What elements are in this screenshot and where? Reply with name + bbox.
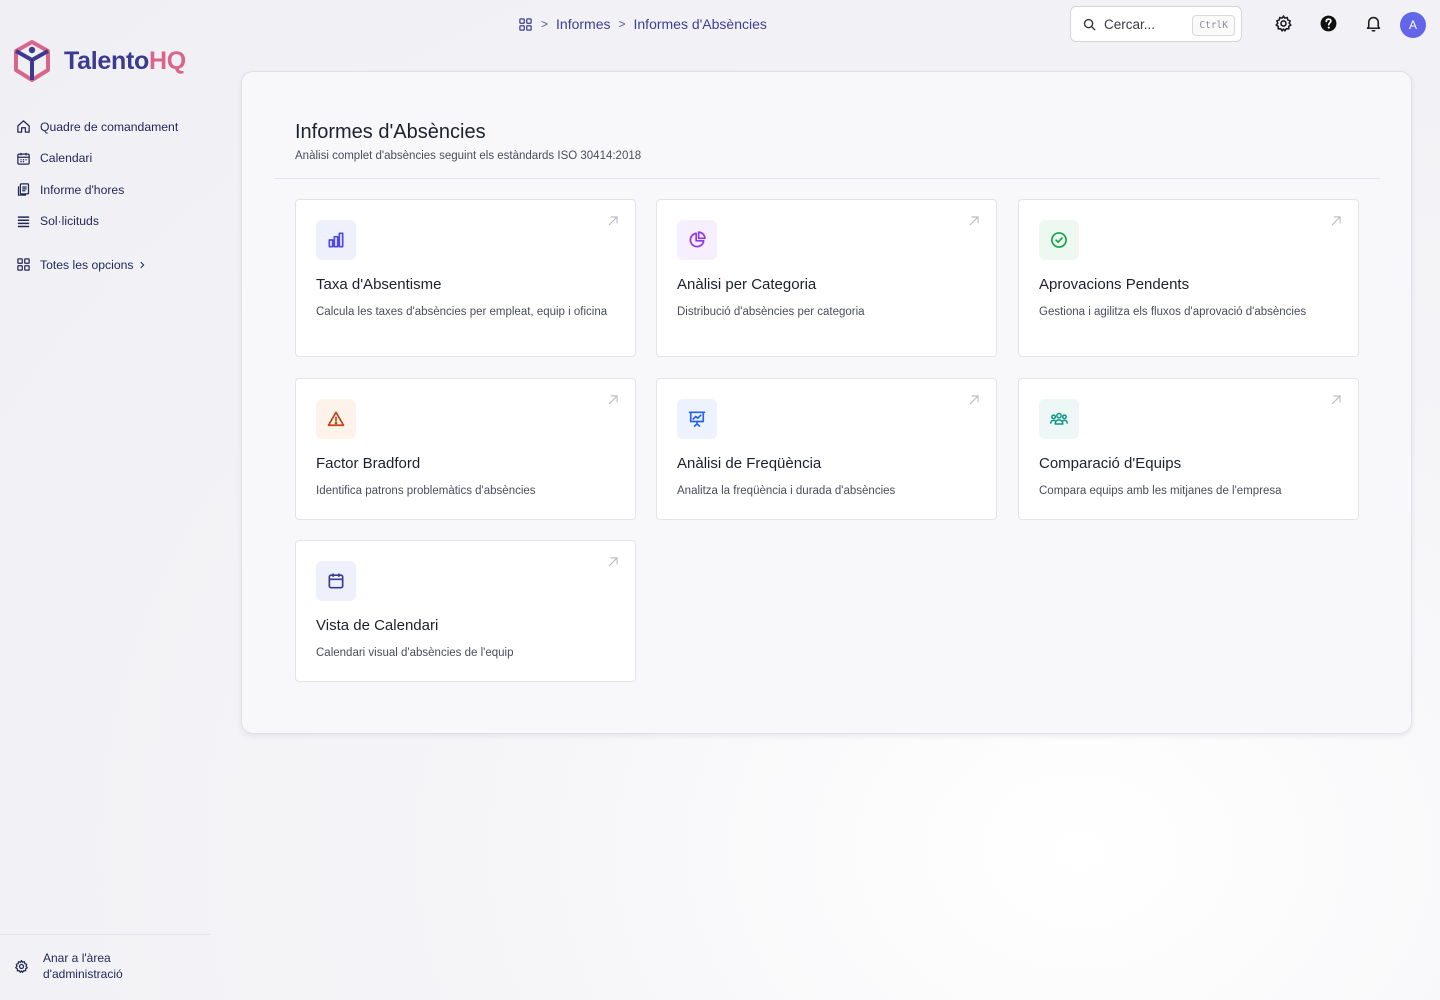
sidebar: TalentoHQ Quadre de comandament Calendar… <box>0 0 215 1000</box>
documents-icon <box>17 183 30 196</box>
breadcrumb-separator: > <box>541 17 549 31</box>
sidebar-item-label: Informe d'hores <box>40 182 125 197</box>
arrow-up-right-icon <box>1331 216 1341 226</box>
card-description: Calcula les taxes d'absències per emplea… <box>316 306 608 318</box>
arrow-up-right-icon <box>608 216 618 226</box>
arrow-up-right-icon <box>1331 395 1341 405</box>
search-box[interactable]: CtrlK <box>1070 6 1242 42</box>
report-card-pending-approvals[interactable]: Aprovacions Pendents Gestiona i agilitza… <box>1018 199 1359 357</box>
logo[interactable]: TalentoHQ <box>12 39 186 83</box>
admin-area-link[interactable]: Anar a l'àrea d'administració <box>14 951 153 982</box>
card-title: Aprovacions Pendents <box>1039 276 1190 293</box>
sidebar-divider <box>0 934 210 935</box>
card-icon-box <box>1039 220 1079 260</box>
breadcrumb-item-reports[interactable]: Informes <box>556 16 610 32</box>
card-description: Distribució d'absències per categoria <box>677 306 865 318</box>
sidebar-item-label: Sol·licituds <box>40 214 99 229</box>
list-icon <box>17 216 30 227</box>
sidebar-item-label: Totes les opcions <box>40 257 134 272</box>
arrow-up-right-icon <box>969 395 979 405</box>
search-input[interactable] <box>1104 16 1188 32</box>
card-icon-box <box>316 561 356 601</box>
sidebar-item-requests[interactable]: Sol·licituds <box>16 206 178 238</box>
report-card-category-analysis[interactable]: Anàlisi per Categoria Distribució d'absè… <box>656 199 997 357</box>
arrow-up-right-icon <box>608 557 618 567</box>
divider <box>275 178 1380 179</box>
home-icon <box>17 120 30 133</box>
card-description: Identifica patrons problemàtics d'absènc… <box>316 485 536 497</box>
arrow-up-right-icon <box>608 395 618 405</box>
card-title: Anàlisi de Freqüència <box>677 455 822 472</box>
warning-icon <box>327 411 345 427</box>
report-card-bradford-factor[interactable]: Factor Bradford Identifica patrons probl… <box>295 378 636 520</box>
page-title: Informes d'Absències <box>295 121 486 143</box>
breadcrumb-item-absence-reports[interactable]: Informes d'Absències <box>634 16 767 32</box>
sidebar-item-dashboard[interactable]: Quadre de comandament <box>16 111 178 143</box>
breadcrumb-separator: > <box>618 17 626 31</box>
grid-icon <box>17 258 30 271</box>
sidebar-item-label: Calendari <box>40 151 93 166</box>
breadcrumb: > Informes > Informes d'Absències <box>518 16 767 32</box>
card-description: Calendari visual d'absències de l'equip <box>316 647 514 659</box>
report-card-absenteeism-rate[interactable]: Taxa d'Absentisme Calcula les taxes d'ab… <box>295 199 636 357</box>
team-icon <box>1049 412 1069 425</box>
avatar[interactable]: A <box>1400 12 1426 38</box>
card-title: Comparació d'Equips <box>1039 455 1182 472</box>
sidebar-nav: Quadre de comandament Calendari Informe … <box>16 111 178 281</box>
logo-text: TalentoHQ <box>64 46 186 75</box>
card-title: Vista de Calendari <box>316 617 439 634</box>
arrow-up-right-icon <box>969 216 979 226</box>
card-icon-box <box>316 220 356 260</box>
report-card-calendar-view[interactable]: Vista de Calendari Calendari visual d'ab… <box>295 540 636 682</box>
calendar-icon <box>17 152 30 165</box>
card-description: Compara equips amb les mitjanes de l'emp… <box>1039 485 1282 497</box>
bar-chart-icon <box>328 232 344 248</box>
bell-icon[interactable] <box>1364 14 1383 33</box>
card-description: Gestiona i agilitza els fluxos d'aprovac… <box>1039 306 1307 318</box>
check-circle-icon <box>1051 232 1067 248</box>
card-icon-box <box>1039 399 1079 439</box>
logo-icon <box>14 40 50 82</box>
card-title: Anàlisi per Categoria <box>677 276 817 293</box>
card-title: Taxa d'Absentisme <box>316 276 442 293</box>
card-title: Factor Bradford <box>316 455 421 472</box>
keyboard-shortcut-badge: CtrlK <box>1192 15 1235 36</box>
settings-icon[interactable] <box>1274 14 1293 33</box>
calendar-icon <box>328 573 344 589</box>
report-card-frequency-analysis[interactable]: Anàlisi de Freqüència Analitza la freqüè… <box>656 378 997 520</box>
report-card-team-comparison[interactable]: Comparació d'Equips Compara equips amb l… <box>1018 378 1359 520</box>
search-icon <box>1083 18 1096 31</box>
sidebar-item-timesheet[interactable]: Informe d'hores <box>16 174 178 206</box>
card-description: Analitza la freqüència i durada d'absènc… <box>677 485 896 497</box>
admin-area-label: Anar a l'àrea d'administració <box>43 951 123 981</box>
page-subtitle: Anàlisi complet d'absències seguint els … <box>295 150 642 162</box>
card-icon-box <box>316 399 356 439</box>
sidebar-item-label: Quadre de comandament <box>40 119 179 134</box>
main-panel: Informes d'Absències Anàlisi complet d'a… <box>241 71 1412 734</box>
chevron-right-icon <box>139 261 144 269</box>
sidebar-item-calendar[interactable]: Calendari <box>16 143 178 175</box>
pie-chart-icon <box>689 231 706 248</box>
sidebar-item-all-options[interactable]: Totes les opcions <box>16 249 178 281</box>
gear-icon <box>15 959 28 973</box>
help-icon[interactable] <box>1319 14 1338 33</box>
presentation-chart-icon <box>688 411 706 427</box>
card-icon-box <box>677 399 717 439</box>
grid-icon[interactable] <box>518 17 533 32</box>
card-icon-box <box>677 220 717 260</box>
